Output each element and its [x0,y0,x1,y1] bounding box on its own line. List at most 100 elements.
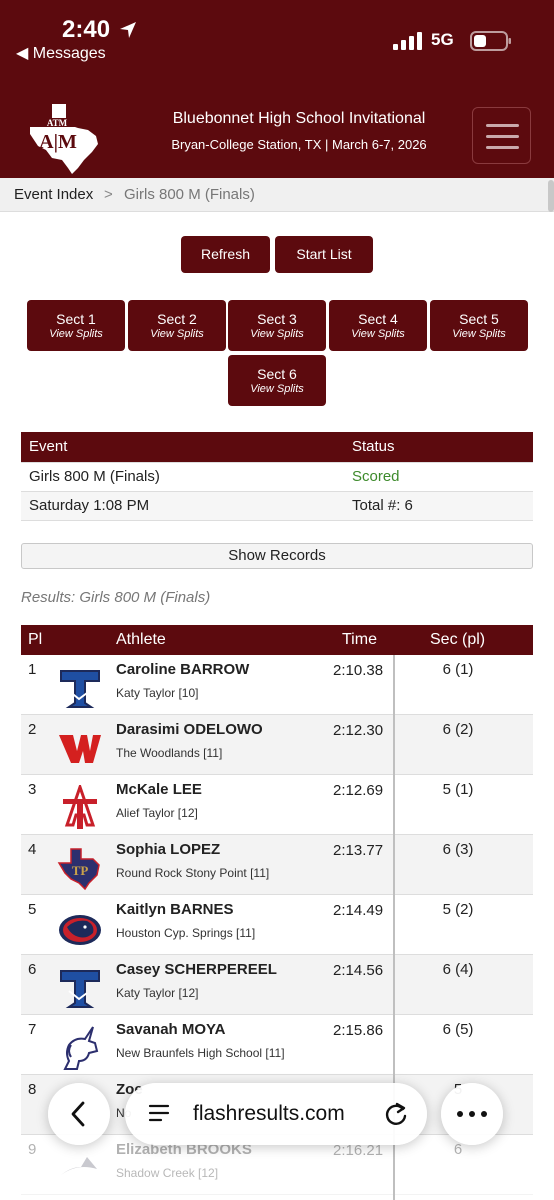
athlete-column-header: Athlete [116,631,166,648]
reload-icon[interactable] [383,1101,409,1127]
section-place: 5 (2) [442,901,474,918]
event-name-cell: Girls 800 M (Finals) [21,461,344,492]
svg-text:TP: TP [72,863,89,878]
place: 6 [28,961,37,978]
section-2-button[interactable]: Sect 2 View Splits [128,300,226,351]
url-text: flashresults.com [193,1102,345,1125]
athlete-name[interactable]: McKale LEE [116,781,202,798]
address-bar[interactable]: flashresults.com [125,1083,427,1145]
athlete-school: Alief Taylor [12] [116,806,198,820]
section-3-button[interactable]: Sect 3 View Splits [228,300,326,351]
meet-title: Bluebonnet High School Invitational [172,110,426,127]
view-splits-label: View Splits [250,328,304,340]
start-list-button[interactable]: Start List [275,236,373,273]
section-1-button[interactable]: Sect 1 View Splits [27,300,125,351]
katy-taylor-t-icon [60,670,100,708]
alief-taylor-at-icon [63,785,97,829]
scrollbar-thumb[interactable] [548,180,554,212]
result-row[interactable]: 3 McKale LEE Alief Taylor [12] 2:12.69 5… [21,775,533,835]
view-splits-label: View Splits [250,383,304,395]
event-table-row: Girls 800 M (Finals) Scored [21,461,533,492]
athlete-name[interactable]: Kaitlyn BARNES [116,901,234,918]
section-5-button[interactable]: Sect 5 View Splits [430,300,528,351]
browser-back-button[interactable] [48,1083,110,1145]
section-place: 6 (3) [442,841,474,858]
event-info-table: Event Status Girls 800 M (Finals) Scored… [21,432,533,521]
view-splits-label: View Splits [452,328,506,340]
place: 3 [28,781,37,798]
clock: 2:40 [62,16,111,43]
section-label: Sect 6 [257,366,297,382]
show-records-button[interactable]: Show Records [21,543,533,569]
section-place: 6 (4) [442,961,474,978]
cypress-springs-panther-icon [59,915,101,945]
svg-text:A|M: A|M [39,131,77,153]
place: 1 [28,661,37,678]
event-table-header: Event Status [21,432,533,462]
view-splits-label: View Splits [351,328,405,340]
more-options-button[interactable] [441,1083,503,1145]
place: 7 [28,1021,37,1038]
athlete-school: New Braunfels High School [11] [116,1046,285,1060]
athlete-school: Katy Taylor [10] [116,686,199,700]
view-splits-label: View Splits [49,328,103,340]
katy-taylor-t-icon [60,970,100,1008]
refresh-button[interactable]: Refresh [181,236,270,273]
section-label: Sect 4 [358,311,398,327]
result-time: 2:10.38 [333,662,384,679]
athlete-name[interactable]: Savanah MOYA [116,1021,226,1038]
menu-line-icon [486,146,519,149]
result-row[interactable]: 2 Darasimi ODELOWO The Woodlands [11] 2:… [21,715,533,775]
total-count-cell: Total #: 6 [344,490,533,521]
breadcrumb-current: Girls 800 M (Finals) [124,186,255,203]
athlete-name[interactable]: Sophia LOPEZ [116,841,220,858]
result-time: 2:14.56 [333,962,384,979]
reader-mode-icon[interactable] [147,1103,171,1125]
section-4-button[interactable]: Sect 4 View Splits [329,300,427,351]
section-place: 6 (2) [442,721,474,738]
section-place: 6 (5) [442,1021,474,1038]
section-6-button[interactable]: Sect 6 View Splits [228,355,326,406]
event-time-cell: Saturday 1:08 PM [21,490,344,521]
hamburger-menu-button[interactable] [472,107,531,164]
result-row[interactable]: 7 Savanah MOYA New Braunfels High School… [21,1015,533,1075]
status-cell: Scored [344,461,533,492]
result-row[interactable]: 5 Kaitlyn BARNES Houston Cyp. Springs [1… [21,895,533,955]
ellipsis-icon [457,1111,487,1117]
athlete-school: Houston Cyp. Springs [11] [116,926,256,940]
section-label: Sect 5 [459,311,499,327]
breadcrumb-separator: > [104,186,113,203]
back-to-messages-link[interactable]: ◀ Messages [16,43,106,63]
cellular-signal-icon [393,32,422,50]
chevron-left-icon [71,1101,85,1127]
texas-am-logo-icon[interactable]: ATM A|M [22,100,104,176]
event-table-row: Saturday 1:08 PM Total #: 6 [21,490,533,521]
breadcrumb: Event Index > Girls 800 M (Finals) [0,178,554,212]
unicorn-icon [63,1026,99,1070]
athlete-school: Katy Taylor [12] [116,986,199,1000]
athlete-school: Round Rock Stony Point [11] [116,866,270,880]
logo-text: ATM [47,118,68,128]
result-row[interactable]: 1 Caroline BARROW Katy Taylor [10] 2:10.… [21,655,533,715]
network-type: 5G [431,30,454,49]
place: 4 [28,841,37,858]
event-column-header: Event [21,432,344,462]
place-column-header: Pl [28,631,43,648]
result-time: 2:12.69 [333,782,384,799]
result-row[interactable]: 4 TP Sophia LOPEZ Round Rock Stony Point… [21,835,533,895]
athlete-name[interactable]: Caroline BARROW [116,661,249,678]
location-arrow-icon [120,22,136,38]
section-place: 5 (1) [442,781,474,798]
section-label: Sect 3 [257,311,297,327]
meet-subtitle: Bryan-College Station, TX | March 6-7, 2… [171,137,427,152]
section-label: Sect 1 [56,311,96,327]
result-time: 2:12.30 [333,722,384,739]
result-time: 2:15.86 [333,1022,384,1039]
result-row[interactable]: 6 Casey SCHERPEREEL Katy Taylor [12] 2:1… [21,955,533,1015]
results-table-header: Pl Athlete Time Sec (pl) [21,625,533,655]
athlete-name[interactable]: Darasimi ODELOWO [116,721,263,738]
section-label: Sect 2 [157,311,197,327]
athlete-name[interactable]: Casey SCHERPEREEL [116,961,277,978]
results-caption: Results: Girls 800 M (Finals) [21,589,211,606]
breadcrumb-event-index-link[interactable]: Event Index [14,186,93,203]
